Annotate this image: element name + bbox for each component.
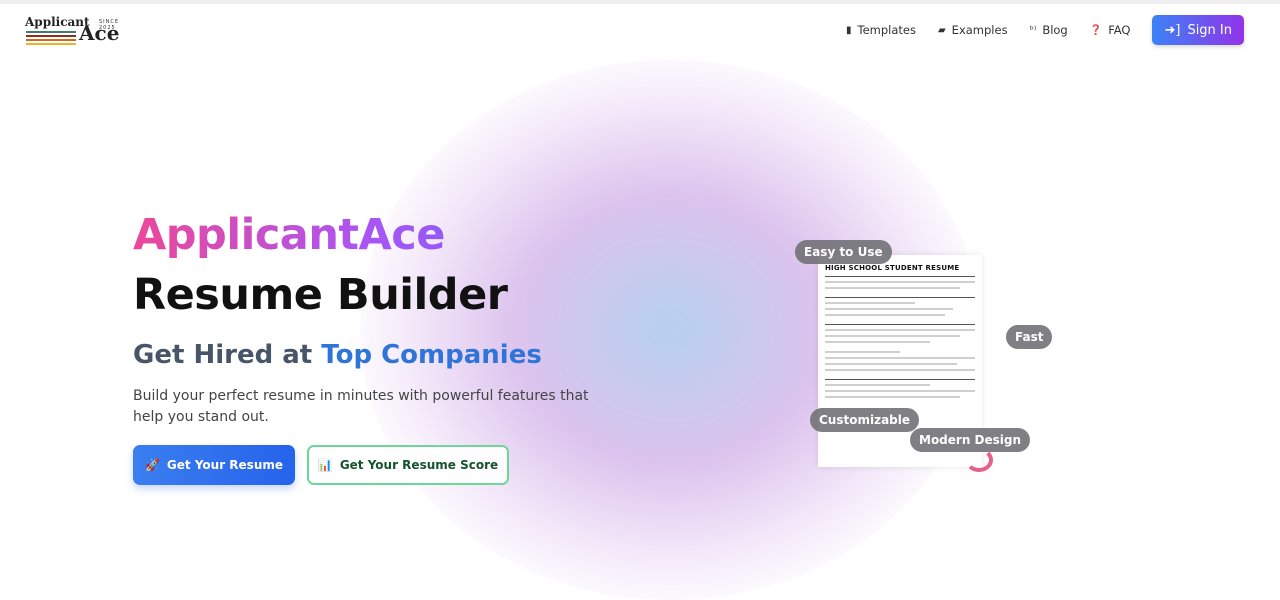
badge-easy-to-use: Easy to Use [795,240,892,264]
sign-in-icon: ➜] [1164,22,1181,38]
book-icon: ▰ [937,24,946,36]
resume-line [825,281,975,283]
resume-line [825,396,960,398]
question-icon: ❓ [1089,24,1103,36]
hero: ApplicantAce Resume Builder Get Hired at… [133,210,613,485]
file-icon: ▮ [845,24,852,36]
nav-examples[interactable]: ▰ Examples [938,23,1008,37]
nav-label: Blog [1042,23,1068,37]
chart-icon: 📊 [317,458,333,472]
logo-stripe [26,31,76,33]
get-resume-button[interactable]: 🚀 Get Your Resume [133,445,295,485]
rocket-icon: 🚀 [144,458,160,472]
subtitle-prefix: Get Hired at [133,340,313,370]
nav-label: Templates [857,23,916,37]
header: Applicant SINCE 2025 Ace ▮ Templates ▰ Exa… [0,4,1280,56]
resume-line [825,357,975,359]
resume-line [825,363,957,365]
brand-title: ApplicantAce [133,210,613,260]
badge-customizable: Customizable [810,408,920,432]
resume-line [825,390,975,392]
resume-line [825,287,960,289]
button-label: Get Your Resume [166,458,284,472]
logo-stripe [26,35,76,37]
resume-line [825,276,975,277]
button-label: Get Your Resume Score [339,458,499,472]
resume-line [825,379,975,380]
resume-line [825,308,953,310]
description: Build your perfect resume in minutes wit… [133,388,589,425]
badge-modern-design: Modern Design [910,428,1031,452]
nav-blog[interactable]: ᵇ⁾ Blog [1030,23,1068,37]
nav-templates[interactable]: ▮ Templates [846,23,916,37]
resume-line [825,314,945,316]
resume-line [825,324,975,325]
resume-line [825,384,930,386]
blog-icon: ᵇ⁾ [1029,24,1037,36]
sign-in-button[interactable]: ➜] Sign In [1152,15,1244,45]
resume-line [825,329,975,331]
resume-line [825,369,975,371]
main-nav: ▮ Templates ▰ Examples ᵇ⁾ Blog ❓ FAQ ➜] Sign … [846,15,1244,45]
logo-ace: Ace [79,21,120,45]
get-resume-score-button[interactable]: 📊 Get Your Resume Score [307,445,509,485]
resume-line [825,302,915,304]
subtitle: Get Hired at Top Companies [133,340,613,370]
page-title: Resume Builder [133,270,508,320]
resume-line [825,351,900,353]
badge-fast: Fast [1006,325,1053,349]
resume-line [825,341,930,343]
logo-stripe [26,39,76,41]
nav-label: FAQ [1108,23,1131,37]
logo[interactable]: Applicant SINCE 2025 Ace [25,15,137,49]
resume-title: HIGH SCHOOL STUDENT RESUME [825,264,960,272]
subtitle-highlight: Top Companies [321,340,542,370]
resume-line [825,297,975,298]
nav-faq[interactable]: ❓ FAQ [1090,23,1131,37]
resume-line [825,335,960,337]
logo-stripe [26,43,76,45]
sign-in-label: Sign In [1187,22,1232,38]
nav-label: Examples [951,23,1008,37]
